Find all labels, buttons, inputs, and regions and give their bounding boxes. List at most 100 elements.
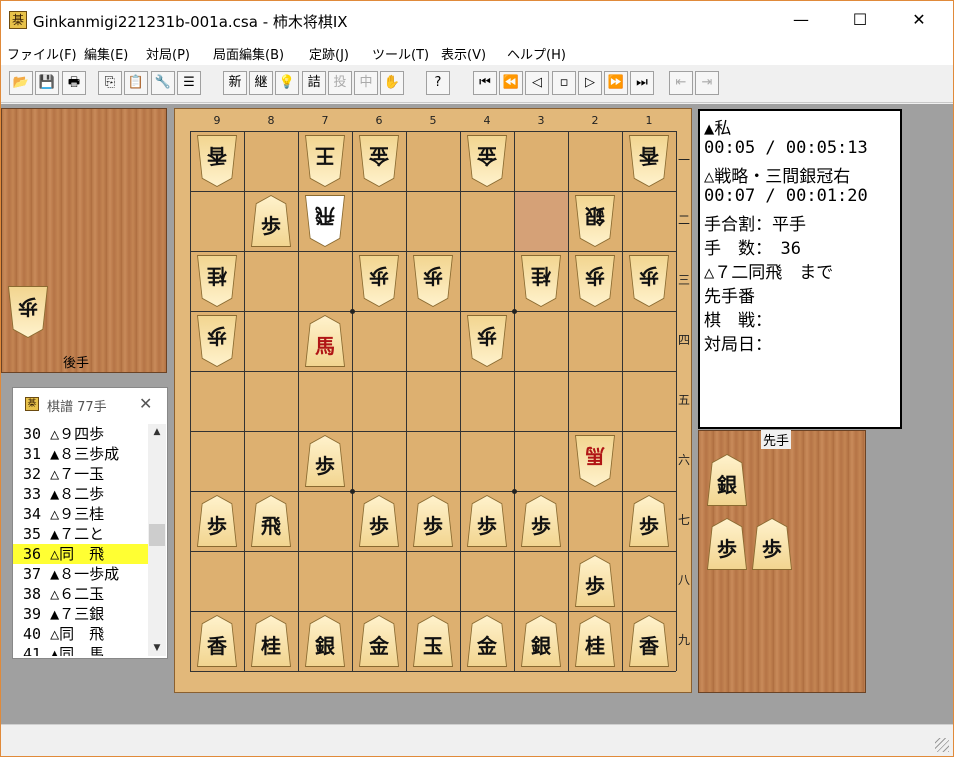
file-label: 8: [267, 114, 275, 127]
grid-line: [568, 131, 569, 671]
board-piece[interactable]: 歩: [198, 316, 236, 366]
back-many-button[interactable]: ⏪: [499, 71, 523, 95]
kifu-row[interactable]: 40 △同 飛: [13, 624, 148, 644]
tsume-button[interactable]: 詰: [302, 71, 326, 95]
board-piece[interactable]: 銀: [576, 196, 614, 246]
forward-button[interactable]: ▷: [578, 71, 602, 95]
close-button[interactable]: ✕: [896, 1, 942, 39]
board-piece[interactable]: 桂: [575, 615, 615, 667]
menu-file[interactable]: ファイル(F): [7, 44, 77, 63]
board-piece[interactable]: 歩: [576, 256, 614, 306]
board-piece[interactable]: 歩: [467, 495, 507, 547]
menu-game[interactable]: 対局(P): [146, 44, 190, 63]
board-piece[interactable]: 歩: [630, 256, 668, 306]
board-piece[interactable]: 金: [467, 615, 507, 667]
continue-button[interactable]: 継: [249, 71, 273, 95]
kifu-close-icon[interactable]: ✕: [139, 394, 152, 413]
forward-many-button[interactable]: ⏩: [604, 71, 628, 95]
kifu-row[interactable]: 31 ▲８三歩成: [13, 444, 148, 464]
kifu-row[interactable]: 32 △７一玉: [13, 464, 148, 484]
kifu-row[interactable]: 38 △６二玉: [13, 584, 148, 604]
kifu-row[interactable]: 39 ▲７三銀: [13, 604, 148, 624]
menu-view[interactable]: 表示(V): [441, 44, 486, 63]
print-icon[interactable]: 🖶: [62, 71, 86, 95]
help-icon[interactable]: ?: [426, 71, 450, 95]
board-piece[interactable]: 香: [630, 136, 668, 186]
stop-button[interactable]: ▫: [552, 71, 576, 95]
kifu-move-list[interactable]: 30 △９四歩 31 ▲８三歩成 32 △７一玉 33 ▲８二歩 34 △９三桂 35 ▲…: [13, 424, 148, 656]
open-icon[interactable]: 📂: [9, 71, 33, 95]
board-piece[interactable]: 飛: [251, 495, 291, 547]
copy-icon[interactable]: ⎘: [98, 71, 122, 95]
board-piece[interactable]: 香: [629, 615, 669, 667]
board-piece[interactable]: 香: [198, 136, 236, 186]
board-piece[interactable]: 金: [468, 136, 506, 186]
board-piece[interactable]: 歩: [575, 555, 615, 607]
settings-icon[interactable]: 🔧: [151, 71, 175, 95]
back-button[interactable]: ◁: [525, 71, 549, 95]
board-piece[interactable]: 歩: [468, 316, 506, 366]
menu-edit[interactable]: 編集(E): [84, 44, 128, 63]
shogi-board[interactable]: 香王金金香歩飛銀桂歩歩桂歩歩歩馬歩歩馬歩飛歩歩歩歩歩歩香桂銀金玉金銀桂香: [190, 131, 677, 672]
sente-hand-piece[interactable]: 歩: [752, 518, 792, 570]
board-piece[interactable]: 玉: [413, 615, 453, 667]
board-piece[interactable]: 馬: [305, 315, 345, 367]
piece-kanji: 王: [315, 144, 335, 168]
board-piece[interactable]: 歩: [197, 495, 237, 547]
board-piece[interactable]: 銀: [305, 615, 345, 667]
sente-hand-piece[interactable]: 銀: [707, 454, 747, 506]
board-piece[interactable]: 王: [306, 136, 344, 186]
menu-joseki[interactable]: 定跡(J): [309, 44, 349, 63]
board-piece[interactable]: 歩: [251, 195, 291, 247]
board-piece[interactable]: 歩: [413, 495, 453, 547]
board-piece[interactable]: 桂: [522, 256, 560, 306]
kifu-row[interactable]: 30 △９四歩: [13, 424, 148, 444]
board-piece[interactable]: 歩: [360, 256, 398, 306]
info-line: 先手番: [704, 287, 755, 307]
kifu-scrollbar[interactable]: ▲ ▼: [148, 424, 166, 656]
kifu-row[interactable]: 35 ▲７二と: [13, 524, 148, 544]
list-icon[interactable]: ☰: [177, 71, 201, 95]
menu-position-edit[interactable]: 局面編集(B): [213, 44, 284, 63]
save-icon[interactable]: 💾: [35, 71, 59, 95]
scroll-thumb[interactable]: [149, 524, 165, 546]
last-move-highlight[interactable]: [515, 192, 568, 251]
new-game-button[interactable]: 新: [223, 71, 247, 95]
maximize-button[interactable]: ☐: [837, 1, 883, 39]
sente-hand-piece[interactable]: 歩: [707, 518, 747, 570]
board-piece[interactable]: 桂: [198, 256, 236, 306]
kifu-row[interactable]: 33 ▲８二歩: [13, 484, 148, 504]
kifu-window[interactable]: 棊 棋譜 77手 ✕ 30 △９四歩 31 ▲８三歩成 32 △７一玉 33 ▲８二歩…: [12, 387, 168, 659]
menu-tools[interactable]: ツール(T): [372, 44, 429, 63]
scroll-up-icon[interactable]: ▲: [148, 424, 166, 440]
kifu-row[interactable]: 37 ▲８一歩成: [13, 564, 148, 584]
board-piece[interactable]: 歩: [414, 256, 452, 306]
gote-hand-piece[interactable]: 歩: [9, 287, 47, 337]
last-move-button[interactable]: ⏭: [630, 71, 654, 95]
hint-icon[interactable]: 💡: [275, 71, 299, 95]
board-piece[interactable]: 金: [360, 136, 398, 186]
board-piece[interactable]: 金: [359, 615, 399, 667]
minimize-button[interactable]: —: [778, 1, 824, 39]
board-piece[interactable]: 歩: [521, 495, 561, 547]
board-piece[interactable]: 飛: [306, 196, 344, 246]
resize-grip-icon[interactable]: [935, 738, 949, 752]
scroll-down-icon[interactable]: ▼: [148, 640, 166, 656]
board-piece[interactable]: 歩: [629, 495, 669, 547]
board-piece[interactable]: 香: [197, 615, 237, 667]
board-piece[interactable]: 馬: [576, 436, 614, 486]
title-bar[interactable]: 棊 Ginkanmigi221231b-001a.csa - 柿木将棋IX — …: [1, 1, 953, 39]
file-label: 7: [321, 114, 329, 127]
piece-kanji: 歩: [531, 514, 551, 538]
menu-help[interactable]: ヘルプ(H): [507, 44, 566, 63]
file-label: 9: [213, 114, 221, 127]
board-piece[interactable]: 歩: [359, 495, 399, 547]
kifu-row[interactable]: 41 ▲同 馬: [13, 644, 148, 656]
kifu-row[interactable]: 34 △９三桂: [13, 504, 148, 524]
board-piece[interactable]: 歩: [305, 435, 345, 487]
first-move-button[interactable]: ⏮: [473, 71, 497, 95]
board-piece[interactable]: 銀: [521, 615, 561, 667]
app-icon[interactable]: 棊: [9, 11, 27, 29]
board-piece[interactable]: 桂: [251, 615, 291, 667]
kifu-row[interactable]: 36 △同 飛: [13, 544, 148, 564]
